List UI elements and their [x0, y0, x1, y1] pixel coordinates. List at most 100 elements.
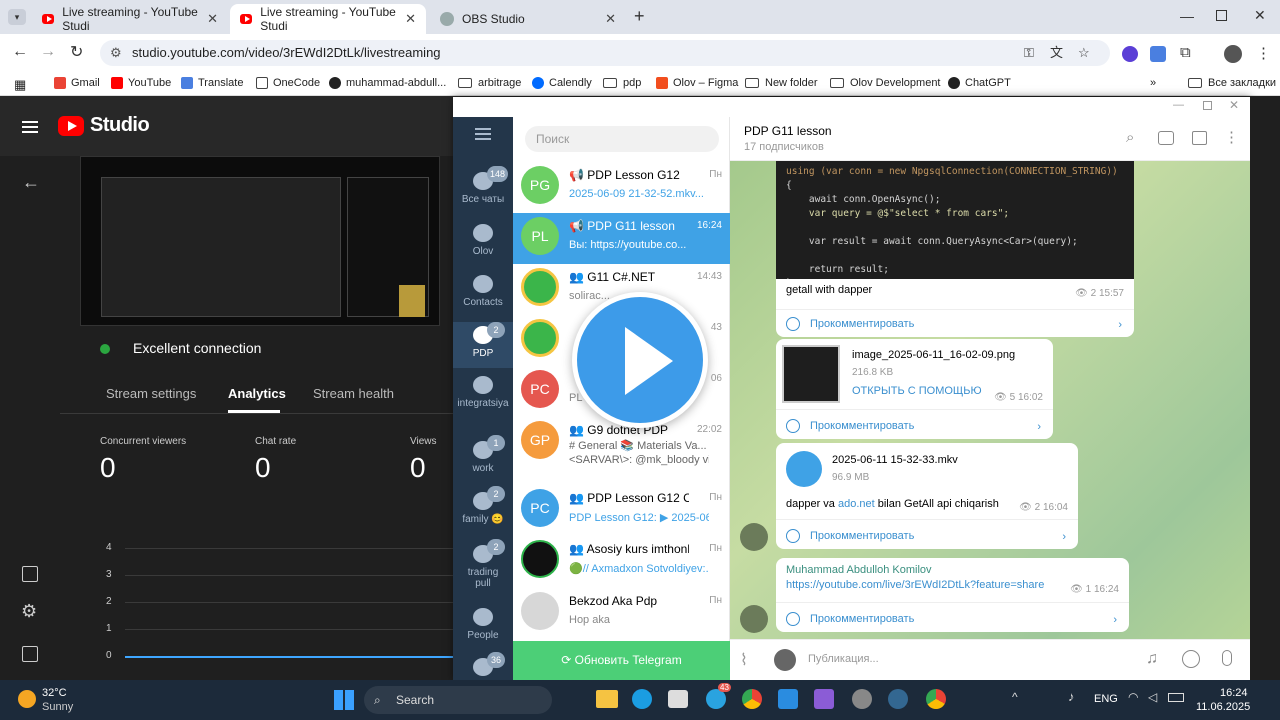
bookmark-translate[interactable]: Translate	[181, 77, 243, 89]
close-icon[interactable]: ✕	[605, 11, 616, 27]
maximize-window-button[interactable]	[1203, 101, 1212, 110]
taskbar-search[interactable]: ⌕ Search	[364, 686, 552, 714]
file-explorer-icon[interactable]	[596, 690, 618, 708]
weather-icon[interactable]	[18, 690, 36, 708]
volume-icon[interactable]: ◁	[1148, 690, 1157, 704]
translate-icon[interactable]: 文	[1050, 40, 1063, 66]
clock-time[interactable]: 16:24	[1220, 687, 1248, 699]
back-arrow-icon[interactable]: ←	[12, 43, 28, 61]
chat-item[interactable]: PG 📢 PDP Lesson G12 Пн 2025-06-09 21-32-…	[513, 162, 730, 213]
bookmark-figma[interactable]: Olov – Figma	[656, 77, 738, 89]
bookmark-star-icon[interactable]: ☆	[1078, 40, 1090, 66]
clock-date[interactable]: 11.06.2025	[1196, 701, 1250, 713]
extensions-puzzle-icon[interactable]: ⧉	[1180, 44, 1191, 61]
settings-gear-icon[interactable]: ⚙	[21, 601, 37, 622]
tab-stream-health[interactable]: Stream health	[313, 386, 394, 401]
bell-icon[interactable]: ♫	[1146, 650, 1158, 668]
wifi-icon[interactable]: ◠	[1128, 690, 1138, 704]
address-input[interactable]: ⚙ studio.youtube.com/video/3rEWdI2DtLk/l…	[100, 40, 1110, 66]
tab-obs-studio[interactable]: OBS Studio ✕	[430, 4, 626, 34]
more-bookmarks-icon[interactable]: »	[1150, 77, 1156, 89]
back-arrow-icon[interactable]: ←	[22, 172, 40, 193]
message-input[interactable]: Публикация...	[808, 653, 879, 665]
battery-icon[interactable]	[1168, 693, 1184, 702]
sidebar-toggle-icon[interactable]	[1192, 131, 1207, 145]
chat-item[interactable]: Bekzod Aka Pdp Пн Hop aka	[513, 588, 730, 639]
chat-item[interactable]: 👥 Asosiy kurs imthonlari Пн 🟢// Axmadxon…	[513, 536, 730, 587]
new-tab-button[interactable]: +	[634, 6, 645, 27]
password-key-icon[interactable]: ⚿	[1024, 40, 1034, 66]
chat-title[interactable]: PDP G11 lesson	[744, 124, 832, 138]
tab-search-button[interactable]: ▾	[8, 9, 26, 25]
attach-icon[interactable]: ⌇	[740, 650, 748, 670]
bookmark-youtube[interactable]: YouTube	[111, 77, 171, 89]
bookmark-chatgpt[interactable]: ChatGPT	[948, 77, 1011, 89]
bookmark-onecode[interactable]: OneCode	[256, 77, 320, 89]
folder-people[interactable]: People	[453, 608, 513, 641]
folder-olov[interactable]: Olov	[453, 224, 513, 257]
apps-grid-icon[interactable]: ▦	[14, 77, 26, 93]
folder-more[interactable]: 36	[453, 652, 513, 680]
bookmark-github[interactable]: muhammad-abdull...	[329, 77, 446, 89]
more-icon[interactable]: ⋮	[1224, 128, 1239, 146]
close-window-button[interactable]: ✕	[1229, 98, 1239, 112]
sender-avatar[interactable]	[740, 605, 768, 633]
maximize-window-button[interactable]	[1216, 10, 1227, 21]
chat-item-selected[interactable]: PL 📢 PDP G11 lesson 16:24 Вы: https://yo…	[513, 213, 730, 264]
telegram-taskbar-icon[interactable]: 43	[706, 683, 731, 709]
minimize-window-button[interactable]: —	[1180, 8, 1194, 24]
postgres-icon[interactable]	[888, 689, 908, 709]
open-with-link[interactable]: ОТКРЫТЬ С ПОМОЩЬЮ	[852, 385, 982, 397]
windows-start-icon[interactable]	[334, 690, 354, 710]
chrome-icon[interactable]	[742, 689, 762, 709]
chat-item[interactable]: PC 👥 PDP Lesson G12 Chat Пн PDP Lesson G…	[513, 485, 730, 536]
all-bookmarks[interactable]: Все закладки	[1188, 77, 1276, 89]
update-telegram-button[interactable]: ⟳ Обновить Telegram	[513, 641, 730, 680]
edge-icon[interactable]	[632, 689, 652, 709]
message-bubble[interactable]: image_2025-06-11_16-02-09.png 216.8 KB О…	[776, 339, 1053, 439]
tab-stream-settings[interactable]: Stream settings	[106, 386, 196, 401]
extension-icon[interactable]	[1122, 46, 1138, 62]
microphone-icon[interactable]	[1222, 650, 1232, 666]
site-info-icon[interactable]: ⚙	[110, 40, 122, 66]
ado-link[interactable]: ado.net	[838, 498, 875, 510]
menu-icon[interactable]	[475, 133, 491, 135]
sender-avatar[interactable]	[740, 523, 768, 551]
folder-family[interactable]: 2 family 😊	[453, 486, 513, 525]
chrome-alt-icon[interactable]	[926, 689, 946, 709]
close-icon[interactable]: ✕	[207, 11, 218, 27]
reload-icon[interactable]: ↻	[70, 42, 83, 62]
send-as-avatar[interactable]	[774, 649, 796, 671]
folder-trading-pull[interactable]: 2 trading pull	[453, 539, 513, 589]
bookmark-arbitrage[interactable]: arbitrage	[458, 77, 521, 89]
message-bubble[interactable]: 2025-06-11 15-32-33.mkv 96.9 MB dapper v…	[776, 443, 1078, 549]
tab-youtube-studio-2[interactable]: Live streaming - YouTube Studi ✕	[230, 4, 426, 34]
weather-temp[interactable]: 32°C	[42, 687, 67, 699]
store-icon[interactable]	[668, 690, 688, 708]
discussion-icon[interactable]	[1158, 131, 1174, 145]
tray-chevron-icon[interactable]: ^	[1012, 690, 1018, 704]
close-window-button[interactable]: ✕	[1254, 7, 1266, 24]
bookmark-new-folder[interactable]: New folder	[745, 77, 818, 89]
forward-arrow-icon[interactable]: →	[40, 43, 56, 61]
language-indicator[interactable]: ENG	[1094, 693, 1118, 705]
github-desktop-icon[interactable]	[852, 689, 872, 709]
bookmark-gmail[interactable]: Gmail	[54, 77, 100, 89]
close-icon[interactable]: ✕	[405, 11, 416, 27]
tab-analytics[interactable]: Analytics	[228, 386, 286, 401]
external-link-icon[interactable]	[22, 566, 38, 582]
tab-youtube-studio-1[interactable]: Live streaming - YouTube Studi ✕	[32, 4, 228, 34]
minimize-window-button[interactable]: —	[1173, 99, 1184, 111]
bookmark-calendly[interactable]: Calendly	[532, 77, 592, 89]
comment-button[interactable]: Прокомментировать	[786, 529, 914, 543]
search-input[interactable]: Поиск	[525, 126, 719, 152]
browser-menu-icon[interactable]: ⋮	[1256, 44, 1271, 62]
file-icon[interactable]	[786, 451, 822, 487]
comment-button[interactable]: Прокомментировать	[786, 419, 914, 433]
folder-contacts[interactable]: Contacts	[453, 275, 513, 308]
feedback-icon[interactable]	[22, 646, 38, 662]
message-bubble[interactable]: Muhammad Abdulloh Komilov https://youtub…	[776, 558, 1129, 632]
translate-extension-icon[interactable]	[1150, 46, 1166, 62]
visual-studio-icon[interactable]	[814, 689, 834, 709]
folder-pdp[interactable]: 2 PDP	[453, 322, 513, 368]
